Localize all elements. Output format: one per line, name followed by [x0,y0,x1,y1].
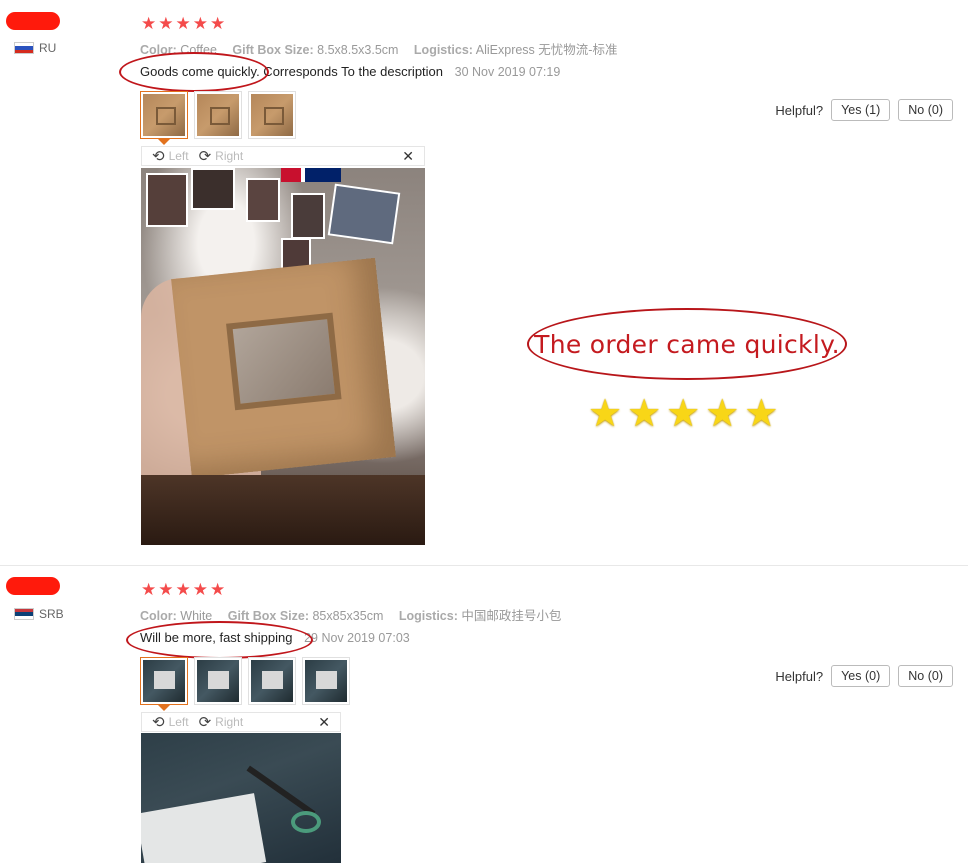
star-icon: ★ [192,580,208,599]
helpful-controls: Helpful? Yes (0) No (0) [775,665,953,687]
star-rating: ★ ★ ★ ★ ★ [141,15,225,32]
annotation-stars: ★ ★ ★ ★ ★ [588,394,778,434]
star-icon: ★ [141,580,157,599]
photo-thumbnail[interactable] [194,91,242,139]
star-icon: ★ [175,580,191,599]
rotate-left-button[interactable]: ⟲ Left [152,147,189,165]
photo-thumbnails [140,91,296,145]
buyer-country: SRB [14,607,64,621]
rotate-left-label: Left [168,715,189,729]
attr-label: Logistics: [413,43,473,57]
close-icon[interactable]: ✕ [318,714,330,731]
attr-label: Logistics: [398,609,458,623]
review-photo-large [141,168,425,545]
country-code: SRB [39,607,64,621]
attr-value: 8.5x8.5x3.5cm [317,43,399,57]
star-icon: ★ [744,393,779,435]
photo-thumbnails [140,657,350,711]
star-icon: ★ [158,14,174,33]
review-item: RU ★ ★ ★ ★ ★ Color: Coffee Gift Box Size… [0,0,968,565]
star-icon: ★ [666,393,701,435]
photo-thumbnail[interactable] [140,657,188,711]
rotate-right-button[interactable]: ⟳ Right [199,147,244,165]
highlight-oval [119,52,269,92]
helpful-yes-button[interactable]: Yes (1) [831,99,891,121]
photo-thumbnail[interactable] [248,91,296,139]
country-code: RU [39,41,57,55]
helpful-yes-button[interactable]: Yes (0) [831,665,891,687]
rotate-left-button[interactable]: ⟲ Left [152,713,189,731]
attr-value: AliExpress 无忧物流-标准 [475,43,618,57]
star-icon: ★ [192,14,208,33]
star-icon: ★ [627,393,662,435]
star-icon: ★ [210,14,226,33]
close-icon[interactable]: ✕ [402,148,414,165]
serbia-flag-icon [14,608,34,620]
star-icon: ★ [141,14,157,33]
helpful-label: Helpful? [775,102,824,118]
highlight-oval [126,621,313,659]
rotate-right-icon: ⟳ [198,148,212,165]
star-rating: ★ ★ ★ ★ ★ [141,581,225,598]
photo-toolbar: ⟲ Left ⟳ Right ✕ [141,712,341,732]
photo-thumbnail[interactable] [140,91,188,145]
attr-label: Gift Box Size: [232,43,314,57]
star-icon: ★ [158,580,174,599]
redacted-username [6,577,60,595]
helpful-no-button[interactable]: No (0) [898,665,953,687]
rotate-left-icon: ⟲ [152,714,165,731]
helpful-controls: Helpful? Yes (1) No (0) [775,99,953,121]
photo-thumbnail[interactable] [302,657,350,705]
helpful-no-button[interactable]: No (0) [898,99,953,121]
rotate-right-button[interactable]: ⟳ Right [199,713,244,731]
photo-thumbnail[interactable] [194,657,242,705]
buyer-country: RU [14,41,56,55]
attr-value: 中国邮政挂号小包 [461,609,562,623]
photo-thumbnail[interactable] [248,657,296,705]
star-icon: ★ [705,393,740,435]
rotate-right-icon: ⟳ [198,714,212,731]
star-icon: ★ [210,580,226,599]
star-icon: ★ [588,393,623,435]
attr-value: 85x85x35cm [312,609,384,623]
rotate-left-label: Left [168,149,189,163]
review-photo-large [141,733,341,863]
attr-label: Color: [140,609,177,623]
star-icon: ★ [175,14,191,33]
review-date: 29 Nov 2019 07:03 [304,631,410,645]
annotation-bubble: The order came quickly. [527,308,847,380]
helpful-label: Helpful? [775,668,824,684]
review-date: 30 Nov 2019 07:19 [454,65,561,79]
annotation-text: The order came quickly. [534,329,840,359]
russia-flag-icon [14,42,34,54]
rotate-right-label: Right [215,715,244,729]
rotate-right-label: Right [215,149,244,163]
rotate-left-icon: ⟲ [152,148,165,165]
photo-toolbar: ⟲ Left ⟳ Right ✕ [141,146,425,166]
redacted-username [6,12,60,30]
